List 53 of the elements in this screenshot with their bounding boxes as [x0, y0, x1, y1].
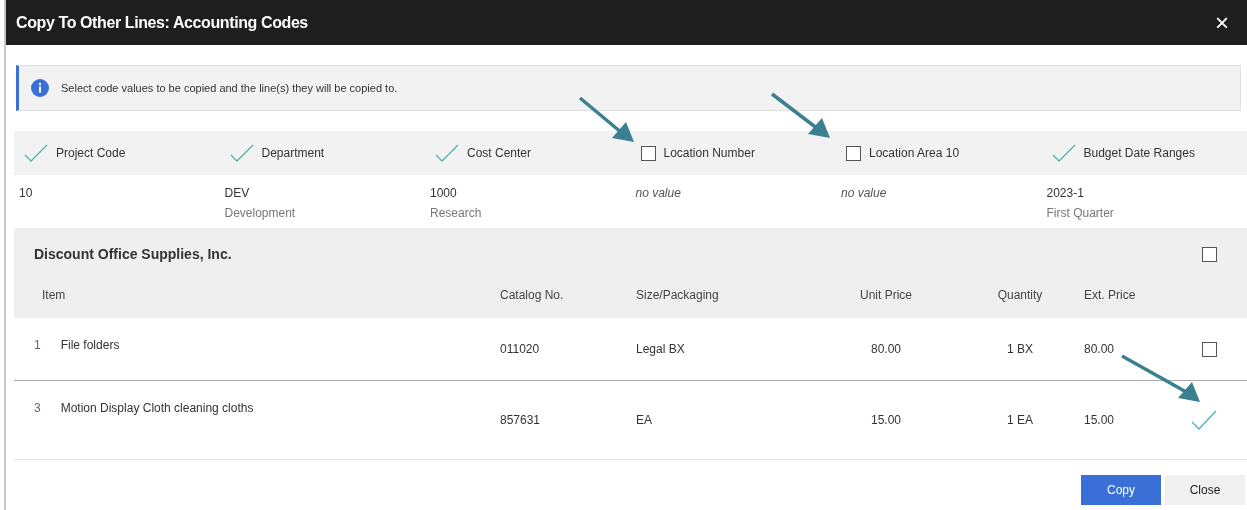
code-label: Department	[261, 146, 325, 160]
column-header: Catalog No.	[499, 288, 565, 302]
check-icon[interactable]	[1191, 410, 1217, 430]
window-title: Copy To Other Lines: Accounting Codes	[16, 13, 308, 32]
checkbox[interactable]	[1202, 341, 1217, 357]
column-header: Item	[41, 288, 67, 302]
select-all-checkbox[interactable]	[1202, 246, 1217, 262]
code-value: no value	[635, 186, 682, 200]
close-button[interactable]: ×	[1209, 10, 1235, 35]
checkbox[interactable]	[846, 145, 861, 161]
info-icon	[31, 79, 49, 97]
table-cell-text: 80.00	[870, 342, 902, 356]
code-label: Project Code	[56, 146, 126, 160]
check-icon[interactable]	[1051, 144, 1076, 162]
item-name: File folders	[60, 338, 120, 352]
code-value: no value	[841, 186, 888, 200]
code-label: Location Area 10	[869, 146, 960, 160]
code-description: First Quarter	[1046, 206, 1115, 220]
code-label: Cost Center	[467, 146, 532, 160]
check-icon[interactable]	[435, 144, 459, 162]
column-header: Unit Price	[859, 288, 913, 302]
code-value: 10	[19, 186, 34, 200]
code-value: 2023-1	[1046, 186, 1085, 200]
info-text: Select code values to be copied and the line(s) they will be copied to.	[61, 82, 398, 94]
check-icon[interactable]	[24, 144, 48, 162]
table-cell-text: EA	[636, 413, 653, 427]
annotation-arrow	[578, 96, 634, 142]
vendor-name: Discount Office Supplies, Inc.	[34, 246, 232, 262]
table-cell-text: 011020	[499, 342, 541, 356]
table-cell-text: 1 BX	[1006, 342, 1034, 356]
check-icon[interactable]	[229, 144, 254, 162]
close-button[interactable]: Close	[1165, 475, 1245, 505]
line-number: 3	[34, 401, 41, 415]
column-header: Size/Packaging	[636, 288, 720, 302]
code-value: DEV	[224, 186, 251, 200]
table-cell-text: 1 EA	[1006, 413, 1034, 427]
table-cell-text: Legal BX	[636, 342, 686, 356]
code-label: Location Number	[663, 146, 755, 160]
checkbox[interactable]	[640, 145, 656, 161]
item-name: Motion Display Cloth cleaning cloths	[60, 401, 254, 415]
column-header: Quantity	[996, 288, 1044, 302]
code-description: Development	[224, 206, 297, 220]
copy-button[interactable]: Copy	[1081, 475, 1161, 505]
table-cell-text: 857631	[499, 413, 542, 427]
line-number: 1	[34, 338, 41, 352]
code-label: Budget Date Ranges	[1083, 146, 1195, 160]
code-value: 1000	[430, 186, 458, 200]
column-header: Ext. Price	[1084, 288, 1137, 302]
code-description: Research	[430, 206, 483, 220]
table-cell-text: 80.00	[1084, 342, 1116, 356]
table-cell-text: 15.00	[1084, 413, 1116, 427]
annotation-arrow	[770, 92, 830, 138]
table-cell-text: 15.00	[870, 413, 902, 427]
